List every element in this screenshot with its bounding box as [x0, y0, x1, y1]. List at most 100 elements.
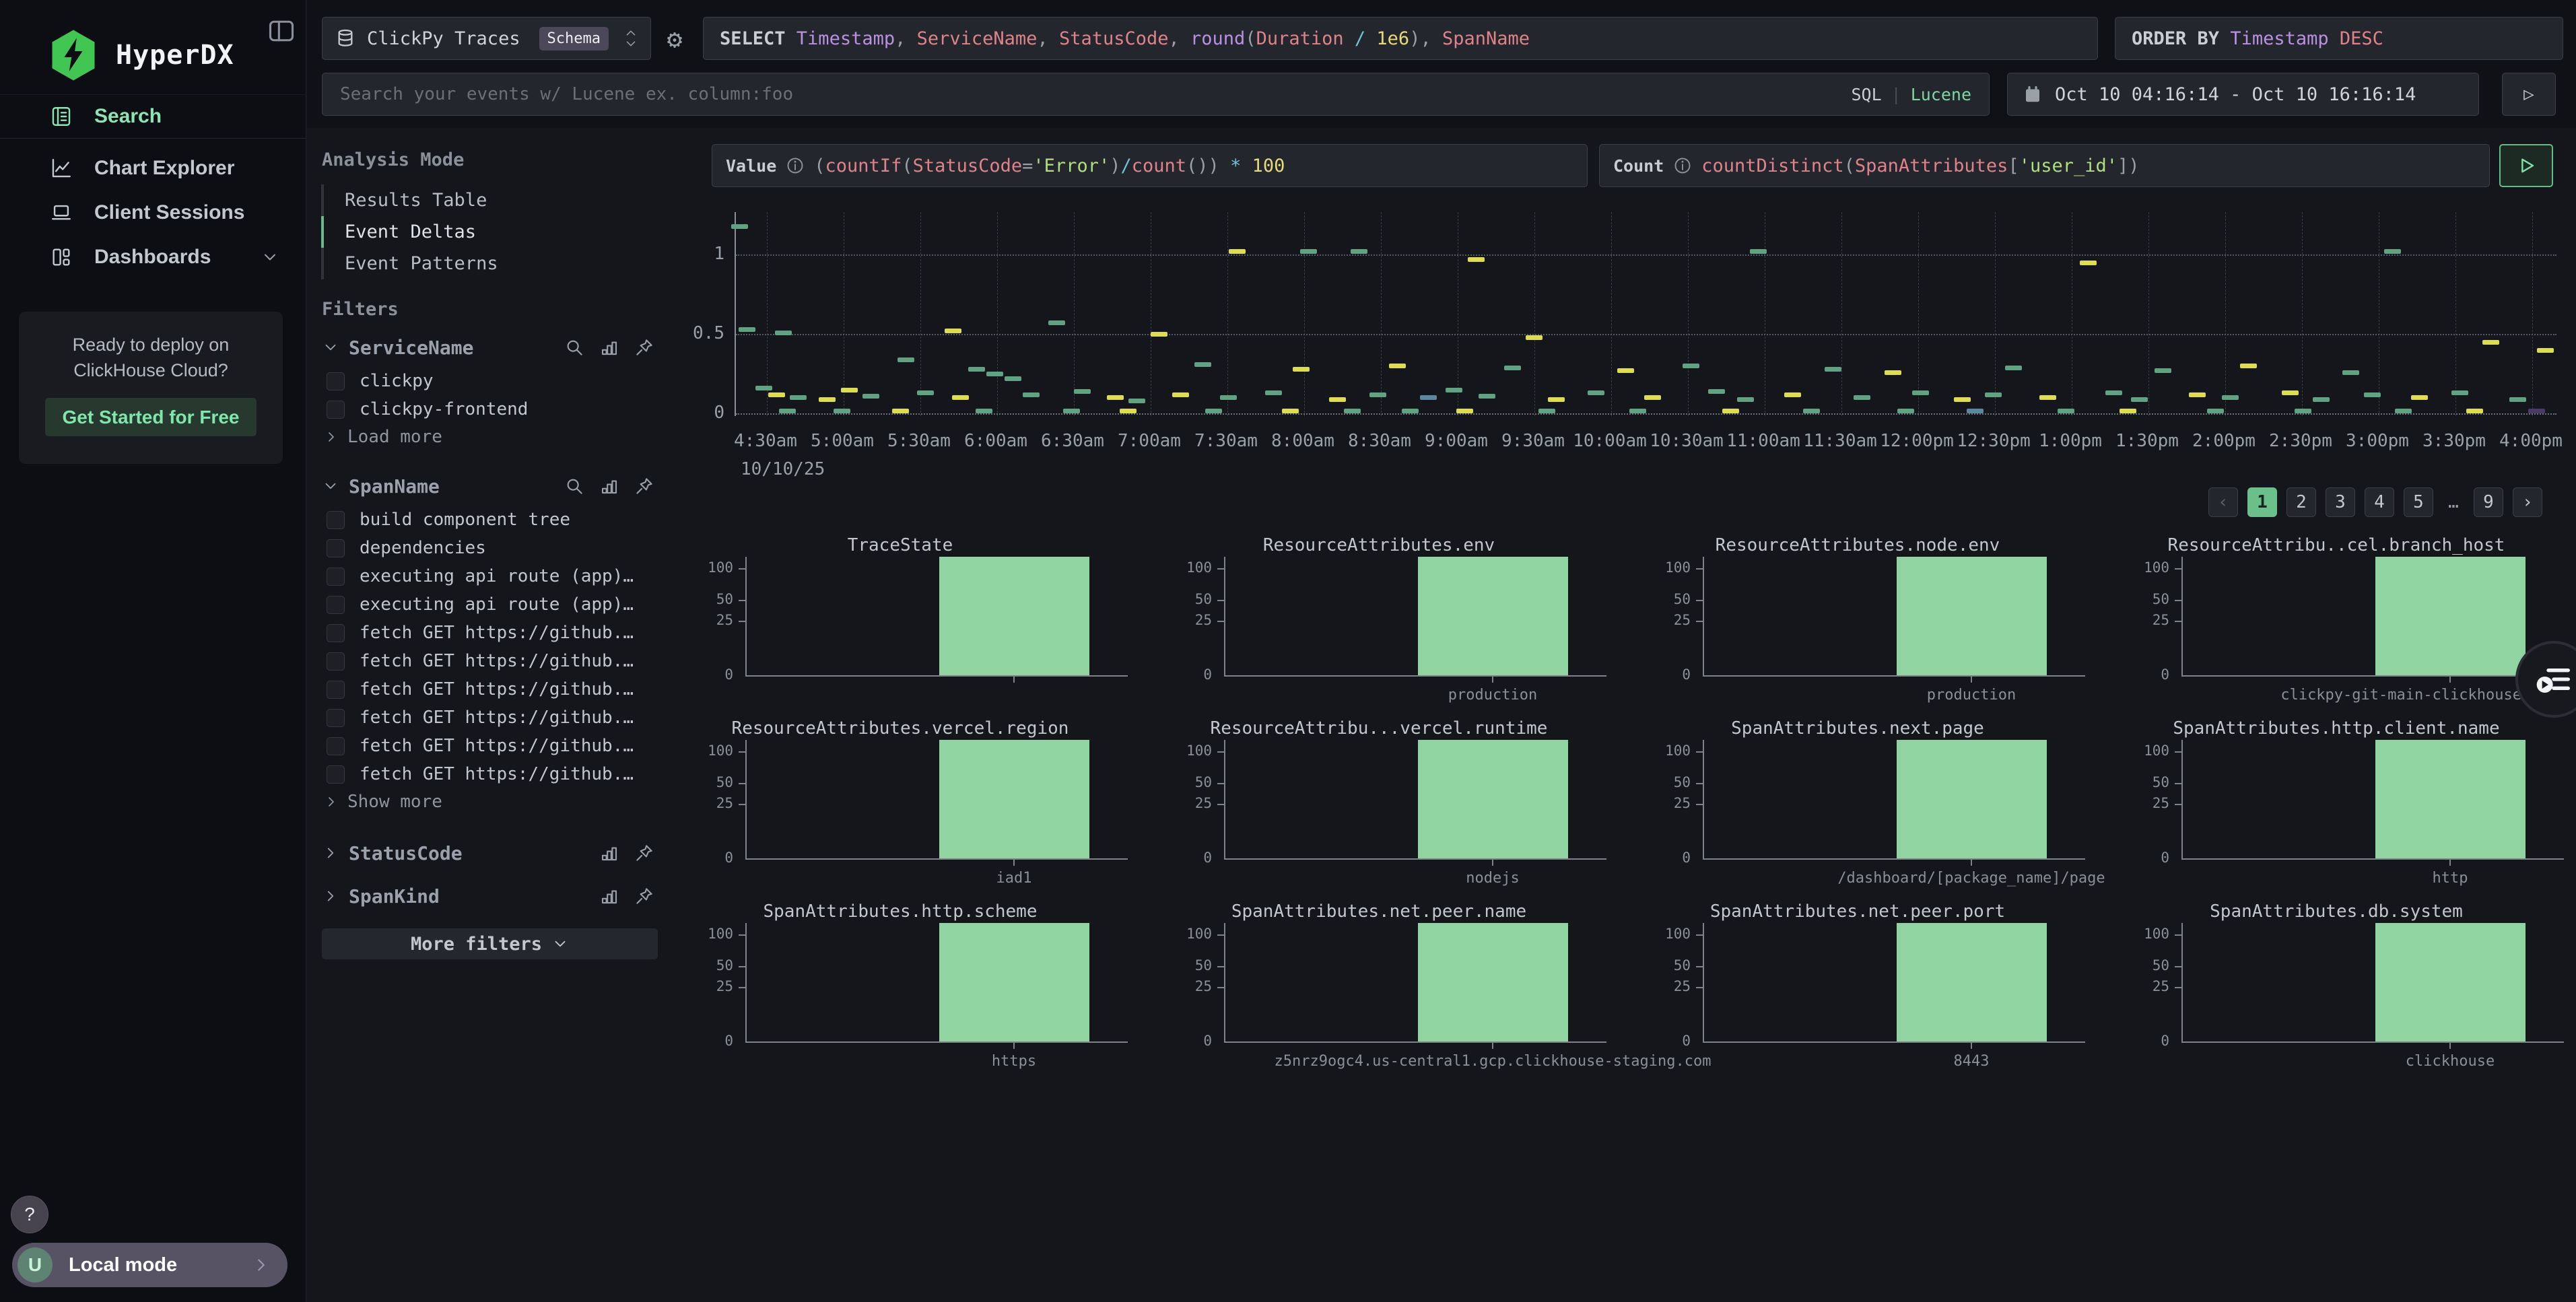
value-expression-input[interactable]: Value (countIf(StatusCode='Error')/count… [712, 144, 1588, 187]
pin-icon[interactable] [634, 337, 654, 357]
filter-option[interactable]: fetch GET https://github.… [322, 619, 654, 647]
load-more-button[interactable]: Load more [322, 423, 654, 450]
delta-marker [952, 395, 969, 400]
count-expression-input[interactable]: Count countDistinct(SpanAttributes['user… [1599, 144, 2490, 187]
chart-icon[interactable] [599, 843, 619, 863]
sql-select-input[interactable]: SELECT Timestamp, ServiceName, StatusCod… [703, 17, 2098, 60]
query-language-toggle[interactable]: SQL | Lucene [1833, 73, 1989, 115]
filter-option[interactable]: dependencies [322, 534, 654, 562]
filter-group-spankind[interactable]: SpanKind [322, 875, 654, 918]
analysis-mode-event-patterns[interactable]: Event Patterns [322, 248, 654, 279]
checkbox[interactable] [327, 539, 345, 557]
run-query-button[interactable]: ▷ [2502, 73, 2556, 116]
filter-option[interactable]: clickpy-frontend [322, 395, 654, 423]
filter-option-label: build component tree [360, 510, 570, 530]
delta-marker [2509, 397, 2526, 402]
pagination-page-3[interactable]: 3 [2326, 487, 2355, 517]
filter-option[interactable]: fetch GET https://github.… [322, 704, 654, 732]
date-range-picker[interactable]: Oct 10 04:16:14 - Oct 10 16:16:14 [2007, 73, 2479, 116]
search-input[interactable] [339, 83, 1833, 105]
gridline-horizontal [736, 254, 2556, 256]
show-more-button[interactable]: Show more [322, 788, 654, 815]
mode-lucene[interactable]: Lucene [1911, 85, 1971, 104]
search-icon[interactable] [564, 476, 584, 496]
delta-marker [755, 386, 772, 390]
pagination-next[interactable]: › [2513, 487, 2542, 517]
delta-marker [2282, 390, 2299, 395]
local-mode-menu[interactable]: U Local mode [12, 1243, 287, 1287]
pin-icon[interactable] [634, 886, 654, 906]
chart-icon[interactable] [599, 476, 619, 496]
x-tick-mark [1971, 1043, 1972, 1049]
filter-option[interactable]: fetch GET https://github.… [322, 647, 654, 675]
chevron-down-icon [322, 339, 339, 356]
checkbox[interactable] [327, 511, 345, 529]
x-tick-mark [2449, 677, 2451, 683]
analysis-mode-results-table[interactable]: Results Table [322, 184, 654, 216]
filter-option[interactable]: executing api route (app)… [322, 562, 654, 590]
search-icon[interactable] [564, 337, 584, 357]
filter-group-spanname[interactable]: SpanName [322, 467, 654, 506]
y-tick-mark [1217, 600, 1224, 601]
code-token [1344, 28, 1355, 49]
checkbox[interactable] [327, 765, 345, 784]
sidebar-collapse-icon[interactable] [267, 16, 296, 48]
filter-option[interactable]: fetch GET https://github.… [322, 760, 654, 788]
filter-option[interactable]: fetch GET https://github.… [322, 732, 654, 760]
chart-icon[interactable] [599, 886, 619, 906]
sidebar-item-chart-explorer[interactable]: Chart Explorer [0, 146, 306, 191]
y-tick-mark [739, 987, 745, 988]
filter-group-statuscode[interactable]: StatusCode [322, 831, 654, 875]
get-started-button[interactable]: Get Started for Free [45, 398, 257, 436]
sidebar-item-client-sessions[interactable]: Client Sessions [0, 191, 306, 235]
chart-title: SpanAttributes.http.scheme [674, 901, 1126, 922]
checkbox[interactable] [327, 652, 345, 671]
delta-marker [1708, 389, 1725, 394]
order-by-input[interactable]: ORDER BY Timestamp DESC [2115, 17, 2563, 60]
pin-icon[interactable] [634, 843, 654, 863]
sidebar-item-dashboards[interactable]: Dashboards [0, 235, 306, 279]
y-tick-label: 25 [674, 978, 733, 994]
checkbox[interactable] [327, 401, 345, 419]
checkbox[interactable] [327, 568, 345, 586]
analysis-mode-event-deltas[interactable]: Event Deltas [322, 216, 654, 248]
delta-marker [1683, 364, 1699, 368]
filter-option[interactable]: fetch GET https://github.… [322, 675, 654, 704]
help-button[interactable]: ? [11, 1196, 48, 1233]
event-deltas-chart[interactable] [735, 212, 2556, 416]
pagination-page-9[interactable]: 9 [2474, 487, 2503, 517]
pagination-page-5[interactable]: 5 [2404, 487, 2433, 517]
x-tick-mark [1971, 860, 1972, 866]
filter-option[interactable]: executing api route (app)… [322, 590, 654, 619]
checkbox[interactable] [327, 372, 345, 390]
deltas-x-axis: 4:30am5:00am5:30am6:00am6:30am7:00am7:30… [735, 431, 2556, 454]
pin-icon[interactable] [634, 476, 654, 496]
bar [2375, 557, 2526, 675]
checkbox[interactable] [327, 681, 345, 699]
more-filters-button[interactable]: More filters [322, 928, 658, 959]
run-deltas-button[interactable] [2499, 144, 2553, 187]
pagination-prev[interactable]: ‹ [2208, 487, 2238, 517]
y-tick-label: 100 [1623, 559, 1691, 576]
y-axis-line [2181, 740, 2183, 860]
checkbox[interactable] [327, 709, 345, 727]
y-tick-mark [2175, 600, 2181, 601]
code-token: StatusCode [1059, 28, 1169, 49]
mode-sql[interactable]: SQL [1851, 85, 1881, 104]
source-select[interactable]: ClickPy Traces Schema [322, 17, 651, 60]
checkbox[interactable] [327, 737, 345, 755]
chart-title: ResourceAttributes.vercel.region [674, 718, 1126, 739]
filter-option[interactable]: clickpy [322, 367, 654, 395]
filter-group-servicename[interactable]: ServiceName [322, 328, 654, 367]
checkbox[interactable] [327, 596, 345, 614]
pagination-page-1[interactable]: 1 [2247, 487, 2277, 517]
pagination-page-4[interactable]: 4 [2365, 487, 2394, 517]
filter-option[interactable]: build component tree [322, 506, 654, 534]
y-tick-mark [1217, 934, 1224, 936]
chart-icon[interactable] [599, 337, 619, 357]
pagination-page-2[interactable]: 2 [2286, 487, 2316, 517]
checkbox[interactable] [327, 624, 345, 642]
sidebar-item-search[interactable]: Search [0, 94, 306, 139]
source-settings-button[interactable]: ⚙ [660, 24, 689, 54]
gridline-vertical [1074, 212, 1075, 416]
